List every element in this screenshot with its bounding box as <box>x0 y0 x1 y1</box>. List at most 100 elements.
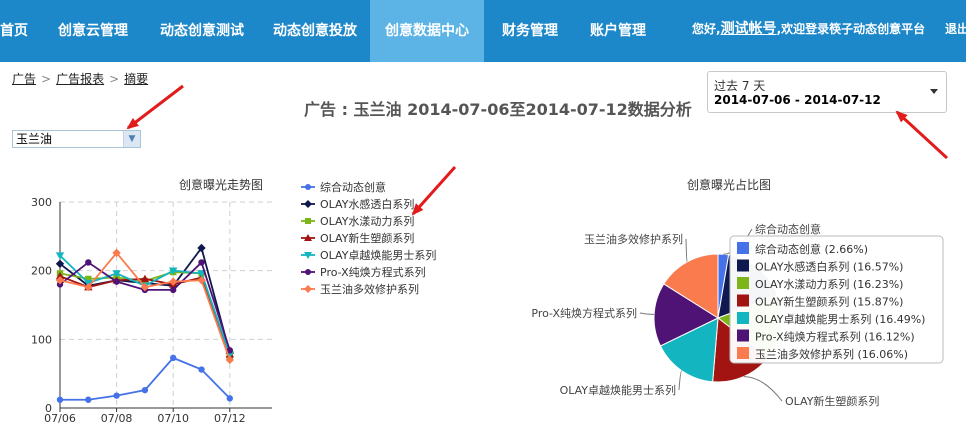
data-point <box>198 259 205 266</box>
nav-item-finance[interactable]: 财务管理 <box>502 0 558 62</box>
product-select[interactable]: 玉兰油 ▼ <box>12 130 141 148</box>
nav-item-data-center[interactable]: 创意数据中心 <box>370 0 484 62</box>
legend-swatch <box>737 242 749 254</box>
breadcrumb-separator: > <box>41 72 52 86</box>
data-point <box>85 275 92 283</box>
data-point <box>226 347 233 354</box>
x-tick-label: 07/06 <box>44 412 76 425</box>
y-tick-label: 200 <box>31 265 52 278</box>
data-point <box>113 392 120 399</box>
callout-label: 玉兰油多效修护系列 <box>584 232 683 246</box>
pie-slice <box>659 317 719 383</box>
data-point <box>85 259 92 266</box>
data-point <box>140 274 150 283</box>
data-point <box>56 396 64 403</box>
pie-slice <box>717 254 779 319</box>
nav-item-dynamic-test[interactable]: 动态创意测试 <box>160 0 244 62</box>
legend-item: OLAY水感透白系列 (16.57%) <box>755 260 903 274</box>
data-point <box>140 282 150 292</box>
data-point <box>170 268 177 276</box>
account-link[interactable]: 测试帐号 <box>721 21 777 37</box>
legend-item: OLAY卓越焕能男士系列 (16.49%) <box>755 312 925 326</box>
data-point <box>198 366 205 373</box>
legend-swatch <box>737 329 749 342</box>
data-point <box>169 281 178 290</box>
date-range-picker[interactable]: 过去 7 天 2014-07-06 - 2014-07-12 <box>707 71 947 113</box>
x-tick-label: 07/08 <box>101 412 133 425</box>
data-point <box>140 282 150 290</box>
data-point <box>55 252 65 260</box>
data-point <box>197 270 206 278</box>
data-point <box>113 278 120 285</box>
legend-marker <box>305 269 311 275</box>
pie-legend-box <box>729 235 944 364</box>
data-point <box>113 274 120 281</box>
callout-label: OLAY新生塑颜系列 <box>785 394 879 408</box>
legend-swatch <box>737 277 749 289</box>
annotation-arrow <box>126 84 184 130</box>
annotation-arrow <box>895 110 949 160</box>
data-point <box>84 282 93 292</box>
legend-item: 综合动态创意 (2.66%) <box>755 242 868 256</box>
callout-label: OLAY卓越焕能男士系列 <box>560 383 676 397</box>
nav-item-account[interactable]: 账户管理 <box>590 0 646 62</box>
data-point <box>225 350 234 358</box>
data-point <box>170 286 177 294</box>
data-point <box>198 270 205 277</box>
line-chart-title: 创意曝光走势图 <box>179 177 263 192</box>
pie-slice <box>717 253 730 319</box>
legend-marker <box>304 234 312 241</box>
caret-down-icon[interactable] <box>930 89 938 94</box>
legend-item: OLAY水感透白系列 <box>320 197 414 211</box>
x-tick-label: 07/10 <box>157 412 189 425</box>
data-point <box>226 352 233 360</box>
logout-link[interactable]: 退出 <box>945 0 966 62</box>
legend-marker <box>305 184 311 190</box>
legend-swatch <box>737 259 749 272</box>
y-tick-label: 100 <box>31 333 52 346</box>
exposure-trend-chart: 创意曝光走势图 0 100 200 300 07/06 07/08 07/10 07/12 综… <box>31 177 436 425</box>
pie-slice <box>663 253 719 319</box>
data-point <box>141 386 149 394</box>
legend-marker <box>304 285 312 293</box>
pie-chart-title: 创意曝光占比图 <box>687 177 771 192</box>
legend-swatch <box>737 347 749 359</box>
y-tick-label: 300 <box>31 196 52 209</box>
data-point <box>84 279 93 288</box>
data-point <box>56 281 64 288</box>
data-point <box>55 271 65 280</box>
nav-item-home[interactable]: 首页 <box>0 0 30 62</box>
data-point <box>197 273 206 281</box>
series-line <box>59 275 231 355</box>
callout-line <box>685 238 688 263</box>
nav-item-creative-cloud[interactable]: 创意云管理 <box>58 0 128 62</box>
x-tick-label: 07/12 <box>214 412 246 425</box>
pie-slice <box>716 294 783 358</box>
legend-item: OLAY新生塑颜系列 (15.87%) <box>755 295 903 309</box>
data-point <box>55 259 65 268</box>
legend-item: OLAY水漾动力系列 (16.23%) <box>755 277 903 291</box>
legend-item: Pro-X纯焕方程式系列 (16.12%) <box>755 330 915 344</box>
data-point <box>112 276 121 284</box>
legend-item: 玉兰油多效修护系列 <box>320 282 419 296</box>
y-tick-label: 0 <box>45 402 52 415</box>
callout-label: Pro-X纯焕方程式系列 <box>531 306 637 320</box>
exposure-share-chart: 创意曝光占比图 综合动态创意玉兰油多效修护系列 Pro-X纯焕方程式系列 OLAY卓… <box>531 177 944 408</box>
annotation-arrow <box>411 166 457 216</box>
callout-line <box>639 312 655 315</box>
date-range-preset: 过去 7 天 <box>714 79 766 93</box>
data-point <box>85 396 92 403</box>
breadcrumb-summary[interactable]: 摘要 <box>124 72 148 86</box>
callout-line <box>723 228 753 255</box>
series-line <box>60 356 231 401</box>
callout-label: 综合动态创意 <box>755 222 821 236</box>
series-line <box>59 260 231 351</box>
legend-item: 玉兰油多效修护系列 (16.06%) <box>755 347 908 361</box>
welcome-message: ,欢迎登录筷子动态创意平台 <box>776 22 926 36</box>
pie-slice <box>653 283 720 347</box>
breadcrumb-separator: > <box>109 72 120 86</box>
breadcrumb-ad-report[interactable]: 广告报表 <box>56 72 104 86</box>
nav-item-dynamic-delivery[interactable]: 动态创意投放 <box>273 0 357 62</box>
breadcrumb-ads[interactable]: 广告 <box>12 72 36 86</box>
chevron-down-icon[interactable]: ▼ <box>123 131 140 147</box>
